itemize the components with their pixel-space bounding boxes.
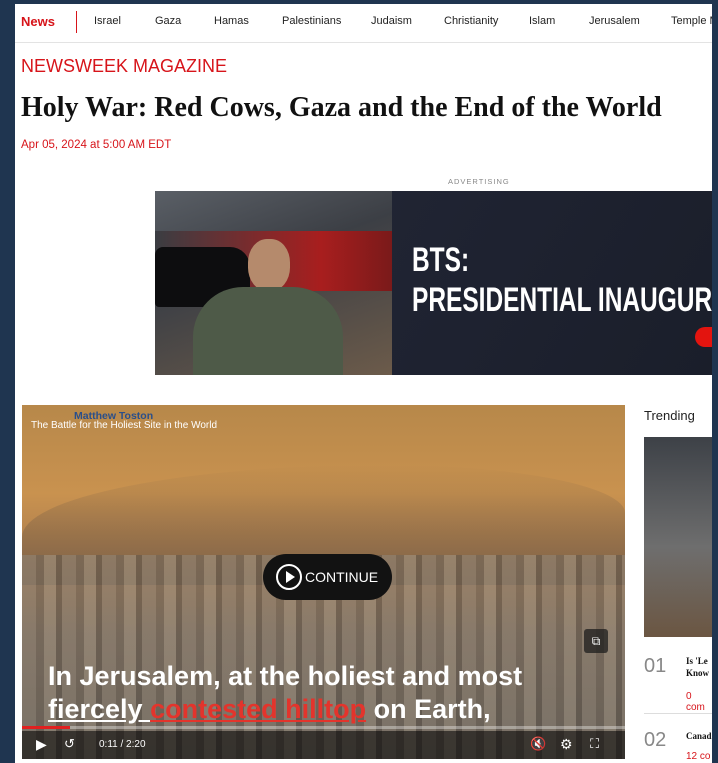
trending-comments-1[interactable]: 0 com <box>686 691 712 713</box>
video-caption-line2: fiercely contested hilltop on Earth, <box>48 694 491 725</box>
trending-title-2-line1[interactable]: Canad <box>686 730 712 742</box>
trending-number-2: 02 <box>644 729 667 751</box>
replay-10-icon[interactable]: ↺ <box>64 736 75 752</box>
nav-item-judaism[interactable]: Judaism <box>371 15 412 27</box>
trending-number-1: 01 <box>644 655 667 677</box>
nav-item-christianity[interactable]: Christianity <box>444 15 498 27</box>
video-title[interactable]: The Battle for the Holiest Site in the W… <box>31 420 217 431</box>
ad-cta-button[interactable] <box>695 327 712 347</box>
trending-title-1-line1[interactable]: Is 'Le <box>686 655 708 667</box>
trending-title: Trending <box>644 408 695 423</box>
nav-item-islam[interactable]: Islam <box>529 15 555 27</box>
article-page: News Israel Gaza Hamas Palestinians Juda… <box>15 4 712 763</box>
ad-person-head <box>248 239 290 291</box>
article-date: Apr 05, 2024 at 5:00 AM EDT <box>21 139 172 151</box>
nav-item-palestinians[interactable]: Palestinians <box>282 15 341 27</box>
nav-item-hamas[interactable]: Hamas <box>214 15 249 27</box>
play-icon[interactable]: ▶ <box>36 736 47 753</box>
continue-label: CONTINUE <box>305 569 379 585</box>
article-headline: Holy War: Red Cows, Gaza and the End of … <box>21 92 662 123</box>
mute-icon[interactable]: 🔇 <box>530 736 546 752</box>
ad-photo <box>155 191 392 375</box>
video-caption-line1: In Jerusalem, at the holiest and most <box>48 661 523 691</box>
continue-button[interactable]: CONTINUE <box>263 554 392 600</box>
trending-image[interactable] <box>644 437 712 637</box>
nav-item-jerusalem[interactable]: Jerusalem <box>589 15 640 27</box>
caption-highlight: contested hilltop <box>150 694 367 724</box>
ad-headline-line2: PRESIDENTIAL INAUGURA <box>412 281 712 319</box>
caption-tail: on Earth, <box>366 694 491 724</box>
fullscreen-icon[interactable]: ⛶ <box>590 736 599 752</box>
settings-gear-icon[interactable]: ⚙ <box>560 736 573 753</box>
nav-item-gaza[interactable]: Gaza <box>155 15 181 27</box>
nav-brand-news[interactable]: News <box>21 14 55 29</box>
video-progress-bar[interactable] <box>22 726 625 729</box>
ad-label: ADVERTISING <box>448 177 510 186</box>
nav-divider <box>76 11 77 33</box>
ad-headline-line1: BTS: <box>412 241 470 279</box>
video-progress-fill <box>22 726 71 729</box>
video-controls: ▶ ↺ 0:11 / 2:20 🔇 ⚙ ⛶ <box>22 731 625 759</box>
play-circle-icon <box>276 564 302 590</box>
nav-item-temple-mount[interactable]: Temple M <box>671 15 712 27</box>
ad-person-image <box>193 239 343 375</box>
video-player[interactable]: Matthew Toston The Battle for the Holies… <box>22 405 625 759</box>
trending-comments-2[interactable]: 12 co <box>686 751 710 762</box>
top-nav: News Israel Gaza Hamas Palestinians Juda… <box>15 4 712 43</box>
nav-item-israel[interactable]: Israel <box>94 15 121 27</box>
section-kicker[interactable]: NEWSWEEK MAGAZINE <box>21 56 227 77</box>
trending-divider <box>644 713 712 714</box>
video-time: 0:11 / 2:20 <box>99 739 146 750</box>
advertisement-banner[interactable]: BTS: PRESIDENTIAL INAUGURA <box>155 191 712 375</box>
ad-person-body <box>193 287 343 375</box>
picture-in-picture-icon[interactable]: ⧉ <box>584 629 608 653</box>
caption-word-fiercely: fiercely <box>48 694 151 724</box>
trending-title-1-line2[interactable]: Know <box>686 667 709 679</box>
